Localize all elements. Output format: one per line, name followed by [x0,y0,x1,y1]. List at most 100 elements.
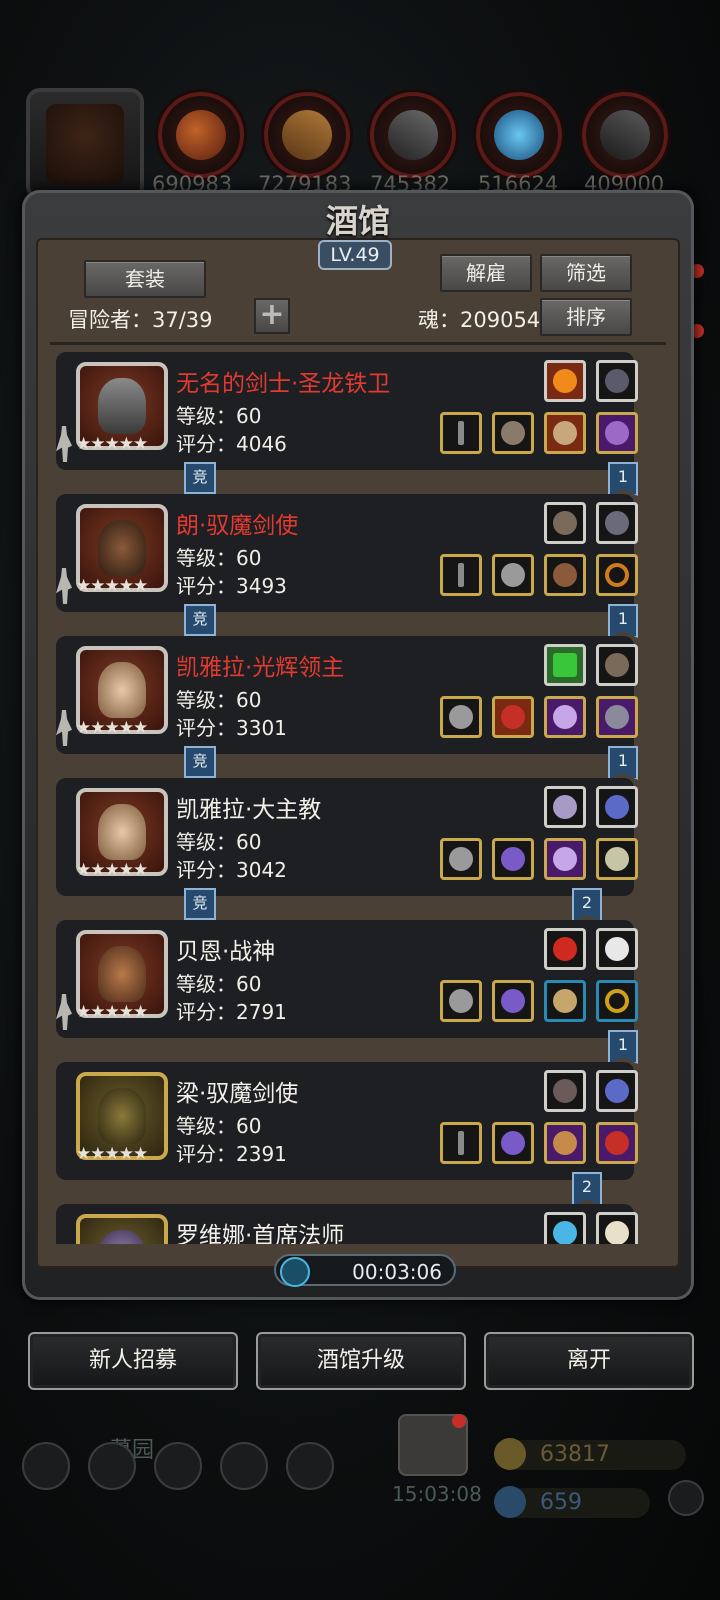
team-rank-flag: 2 [572,1172,602,1206]
accessory-slot[interactable] [596,644,638,686]
hero-score: 评分：4046 [176,432,287,456]
hero-level: 等级：60 [176,830,262,854]
accessory-slot[interactable] [596,1070,638,1112]
page-title: 酒馆 [325,202,390,240]
resource-slot-ore[interactable] [370,92,456,178]
hero-name: 凯雅拉·光辉领主 [176,655,345,681]
hero-figure-icon [56,994,72,1030]
sword-icon [458,421,464,445]
tooth-icon [605,1221,629,1244]
gem-slot[interactable] [544,928,586,970]
mail-icon[interactable] [220,1442,268,1490]
filter-button[interactable]: 筛选 [540,254,632,292]
amulet-slot[interactable] [544,696,586,738]
horn-slot[interactable] [544,980,586,1022]
weapon-slot[interactable] [440,980,482,1022]
hero-card[interactable]: ★★★★★ 贝恩·战神 等级：60 评分：2791 [56,920,638,1038]
gem-slot[interactable] [544,786,586,828]
robe-icon [501,705,525,729]
scroll-slot[interactable] [544,1122,586,1164]
pendant-icon [605,1131,629,1155]
armor-slot[interactable] [492,1122,534,1164]
add-gems-icon[interactable] [668,1480,704,1516]
armor-slot[interactable] [492,838,534,880]
weapon-slot[interactable] [440,554,482,596]
crystal-shard-icon [553,795,577,819]
hero-figure-icon [56,568,72,604]
feather-icon [553,1079,577,1103]
weapon-slot[interactable] [440,696,482,738]
team-rank-flag: 1 [608,604,638,638]
hero-score: 评分：2391 [176,1142,287,1166]
resource-slot-iron[interactable] [582,92,668,178]
achievement-icon[interactable] [88,1442,136,1490]
ring-icon [605,563,629,587]
axe-icon [449,989,473,1013]
iron-icon [600,110,650,160]
necklace-icon [605,1079,629,1103]
mace-icon [449,847,473,871]
hero-card[interactable]: ★★★★★ 朗·驭魔剑使 等级：60 评分：3493 [56,494,638,612]
priestess-face-icon [98,804,146,860]
accessory-slot[interactable] [596,1212,638,1244]
set-button[interactable]: 套装 [84,260,206,298]
sword-icon [458,563,464,587]
amulet-slot[interactable] [544,838,586,880]
resource-slot-wood[interactable] [264,92,350,178]
hero-portrait-slot[interactable] [26,88,144,200]
arena-badge: 竞 [184,746,216,778]
fire-orb-icon [553,369,577,393]
boots-icon [553,563,577,587]
hero-card[interactable]: ★★★★★ 凯雅拉·光辉领主 等级：60 评分：3301 [56,636,638,754]
hero-card[interactable]: 罗维娜·首席法师 [56,1204,638,1244]
team-rank-flag: 1 [608,1030,638,1064]
recruit-button[interactable]: 新人招募 [28,1332,238,1390]
hero-score: 评分：3042 [176,858,287,882]
dismiss-button[interactable]: 解雇 [440,254,532,292]
shield-slot[interactable] [544,412,586,454]
weapon-slot[interactable] [440,838,482,880]
hero-card[interactable]: ★★★★★ 无名的剑士·圣龙铁卫 等级：60 评分：4046 [56,352,638,470]
pendant-icon [605,421,629,445]
sort-button[interactable]: 排序 [540,298,632,336]
sword-icon [458,1131,464,1155]
gem-slot[interactable] [544,502,586,544]
armor-slot[interactable] [492,554,534,596]
arena-badge: 竞 [184,462,216,494]
accessory-slot[interactable] [596,502,638,544]
armor-slot[interactable] [492,980,534,1022]
accessory-slot[interactable] [596,786,638,828]
boots-slot[interactable] [544,554,586,596]
accessory-slot[interactable] [596,360,638,402]
resource-slot-meat[interactable] [158,92,244,178]
gem-slot[interactable] [544,1070,586,1112]
armor-slot[interactable] [492,696,534,738]
amulet-slot[interactable] [596,838,638,880]
weapon-slot[interactable] [440,1122,482,1164]
resource-slot-crystal[interactable] [476,92,562,178]
armor-slot[interactable] [492,412,534,454]
leave-button[interactable]: 离开 [484,1332,694,1390]
ring-slot[interactable] [596,554,638,596]
upgrade-tavern-button[interactable]: 酒馆升级 [256,1332,466,1390]
gloves-slot[interactable] [596,696,638,738]
amulet-slot[interactable] [596,1122,638,1164]
armor-icon [501,421,525,445]
hero-card[interactable]: ★★★★★ 梁·驭魔剑使 等级：60 评分：2391 [56,1062,638,1180]
hero-icon[interactable] [154,1442,202,1490]
hero-card[interactable]: ★★★★★ 凯雅拉·大主教 等级：60 评分：3042 [56,778,638,896]
accessory-slot[interactable] [596,928,638,970]
settings-icon[interactable] [22,1442,70,1490]
adventurer-label: 冒险者： [68,308,152,332]
amulet-slot[interactable] [596,412,638,454]
crystal-icon [494,110,544,160]
team-rank-flag: 1 [608,462,638,496]
weapon-slot[interactable] [440,412,482,454]
hero-list[interactable]: ★★★★★ 无名的剑士·圣龙铁卫 等级：60 评分：4046 竞 1 ★★★★★… [36,348,680,1244]
shop-icon[interactable] [286,1442,334,1490]
ring-slot[interactable] [596,980,638,1022]
gem-slot[interactable] [544,360,586,402]
gem-slot[interactable] [544,1212,586,1244]
add-adventurer-button[interactable]: + [254,298,290,334]
gem-slot[interactable] [544,644,586,686]
